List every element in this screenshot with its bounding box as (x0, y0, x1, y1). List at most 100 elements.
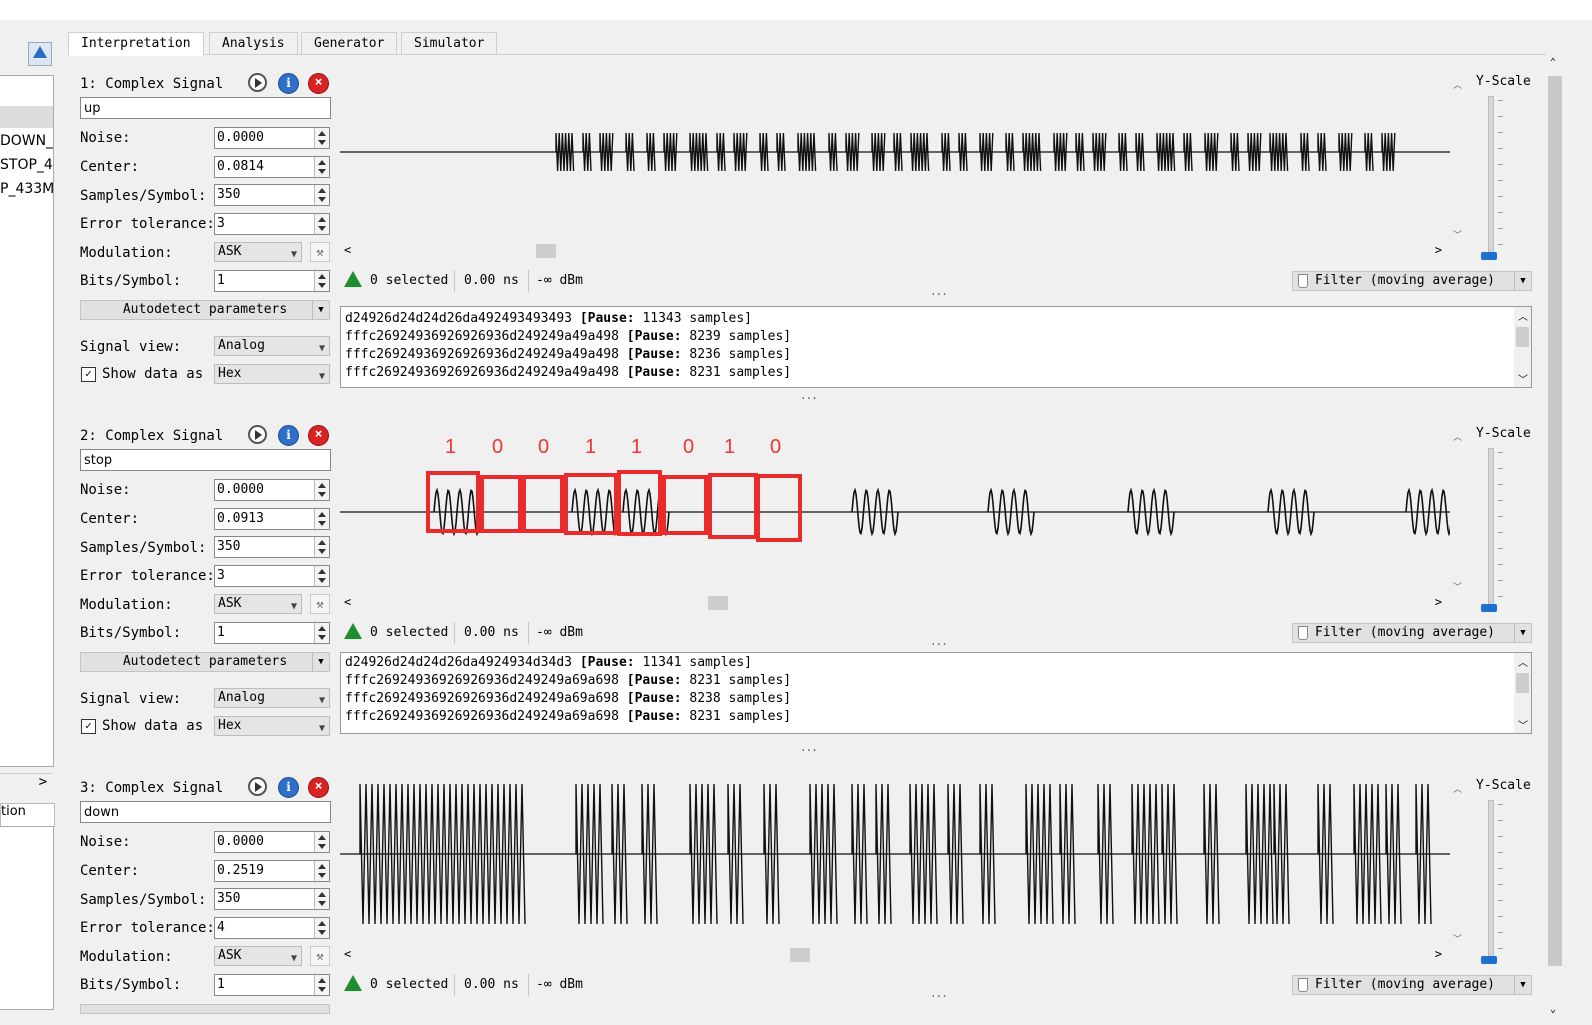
signal-name-input[interactable]: up (80, 97, 331, 119)
scroll-right-icon[interactable]: > (39, 774, 47, 790)
splitter-handle[interactable]: ··· (800, 392, 818, 405)
show-data-select[interactable]: Hex ▼ (214, 716, 330, 736)
tab-simulator[interactable]: Simulator (401, 32, 498, 55)
left-bottom-tab[interactable]: tion (0, 803, 55, 827)
selection-triangle-icon[interactable] (344, 623, 362, 639)
selection-triangle-icon[interactable] (344, 975, 362, 991)
slider-handle[interactable] (1481, 956, 1497, 964)
data-view-scrollbar[interactable]: ︿ ﹀ (1514, 307, 1531, 387)
list-item[interactable]: P_433M (0, 181, 53, 197)
play-icon[interactable] (248, 777, 267, 796)
wrench-icon[interactable]: ⚒ (310, 594, 330, 614)
slider-handle[interactable] (1481, 252, 1497, 260)
signal-waveform[interactable] (340, 774, 1450, 950)
autodetect-parameters-button[interactable]: Autodetect parameters ▼ (80, 300, 330, 320)
waveform-vertical-scrollbar[interactable]: ︿ ﹀ (1450, 70, 1464, 246)
waveform-horizontal-scrollbar[interactable]: < > (340, 947, 1450, 964)
scroll-left-icon[interactable]: < (344, 243, 351, 257)
show-data-select[interactable]: Hex ▼ (214, 364, 330, 384)
chevron-down-icon: ▼ (312, 301, 329, 319)
waveform-vertical-scrollbar[interactable]: ︿ ﹀ (1450, 774, 1464, 950)
bits-per-symbol-spinbox[interactable]: 1 (214, 622, 330, 644)
samples-per-symbol-spinbox[interactable]: 350 (214, 536, 330, 558)
slider-handle[interactable] (1481, 604, 1497, 612)
bits-per-symbol-spinbox[interactable]: 1 (214, 270, 330, 292)
center-spinbox[interactable]: 0.0913 (214, 508, 330, 530)
close-icon[interactable]: × (308, 425, 329, 446)
scrollbar-thumb[interactable] (1548, 76, 1562, 966)
data-view-scrollbar[interactable]: ︿ ﹀ (1514, 653, 1531, 733)
signal-name-input[interactable]: down (80, 801, 331, 823)
waveform-horizontal-scrollbar[interactable]: < > (340, 595, 1450, 612)
protocol-data-view[interactable]: d24926d24d24d26da4924934d34d3 [Pause: 11… (340, 652, 1532, 734)
left-horizontal-scrollbar[interactable]: > (0, 773, 53, 794)
error-tolerance-spinbox[interactable]: 3 (214, 565, 330, 587)
noise-spinbox[interactable]: 0.0000 (214, 127, 330, 149)
info-icon[interactable]: i (278, 425, 299, 446)
scrollbar-thumb[interactable] (790, 948, 810, 962)
splitter-handle[interactable]: ··· (800, 744, 818, 757)
center-spinbox[interactable]: 0.2519 (214, 860, 330, 882)
close-icon[interactable]: × (308, 777, 329, 798)
error-tolerance-spinbox[interactable]: 3 (214, 213, 330, 235)
show-data-checkbox[interactable]: ✓ (81, 719, 96, 734)
scrollbar-thumb[interactable] (536, 244, 556, 258)
scroll-left-icon[interactable]: < (344, 947, 351, 961)
scroll-down-icon[interactable]: ⌄ (1550, 1004, 1556, 1015)
scroll-right-icon[interactable]: > (1435, 243, 1442, 257)
tab-analysis[interactable]: Analysis (209, 32, 298, 55)
y-scale-slider[interactable] (1481, 448, 1497, 612)
y-scale-slider[interactable] (1481, 96, 1497, 260)
noise-spinbox[interactable]: 0.0000 (214, 479, 330, 501)
filter-button[interactable]: Filter (moving average) ▼ (1292, 975, 1532, 995)
main-vertical-scrollbar[interactable]: ⌃ ⌄ (1546, 54, 1564, 1024)
splitter-handle[interactable]: ··· (930, 638, 948, 651)
modulation-select[interactable]: ASK ▼ (214, 946, 302, 966)
modulation-select[interactable]: ASK ▼ (214, 594, 302, 614)
autodetect-parameters-button[interactable] (80, 1004, 330, 1014)
bits-per-symbol-spinbox[interactable]: 1 (214, 974, 330, 996)
close-icon[interactable]: × (308, 73, 329, 94)
samples-per-symbol-spinbox[interactable]: 350 (214, 184, 330, 206)
move-up-icon[interactable] (28, 42, 52, 66)
noise-label: Noise: (80, 482, 131, 498)
y-scale-slider[interactable] (1481, 800, 1497, 964)
splitter-handle[interactable]: ··· (930, 288, 948, 301)
scroll-left-icon[interactable]: < (344, 595, 351, 609)
signal-waveform[interactable] (340, 70, 1450, 246)
filter-button[interactable]: Filter (moving average) ▼ (1292, 271, 1532, 291)
center-spinbox[interactable]: 0.0814 (214, 156, 330, 178)
tab-interpretation[interactable]: Interpretation (68, 32, 204, 56)
wrench-icon[interactable]: ⚒ (310, 242, 330, 262)
scroll-up-icon[interactable]: ⌃ (1550, 57, 1556, 68)
left-bottom-list[interactable] (0, 826, 54, 1010)
signal-view-select[interactable]: Analog ▼ (214, 688, 330, 708)
scrollbar-thumb[interactable] (708, 596, 728, 610)
filter-button[interactable]: Filter (moving average) ▼ (1292, 623, 1532, 643)
autodetect-parameters-button[interactable]: Autodetect parameters ▼ (80, 652, 330, 672)
play-icon[interactable] (248, 425, 267, 444)
selection-triangle-icon[interactable] (344, 271, 362, 287)
signal-file-list[interactable]: DOWN_43 STOP_433 P_433M (0, 75, 54, 767)
signal-name-input[interactable]: stop (80, 449, 331, 471)
waveform-vertical-scrollbar[interactable]: ︿ ﹀ (1450, 422, 1464, 598)
scroll-right-icon[interactable]: > (1435, 947, 1442, 961)
show-data-checkbox[interactable]: ✓ (81, 367, 96, 382)
data-line: fffc26924936926926936d249249a49a498 [Pau… (345, 365, 792, 380)
info-icon[interactable]: i (278, 777, 299, 798)
noise-spinbox[interactable]: 0.0000 (214, 831, 330, 853)
waveform-horizontal-scrollbar[interactable]: < > (340, 243, 1450, 260)
scroll-right-icon[interactable]: > (1435, 595, 1442, 609)
error-tolerance-spinbox[interactable]: 4 (214, 917, 330, 939)
modulation-select[interactable]: ASK ▼ (214, 242, 302, 262)
list-item[interactable]: DOWN_43 (0, 133, 53, 149)
protocol-data-view[interactable]: d24926d24d24d26da492493493493 [Pause: 11… (340, 306, 1532, 388)
list-item[interactable]: STOP_433 (0, 157, 53, 173)
play-icon[interactable] (248, 73, 267, 92)
tab-generator[interactable]: Generator (301, 32, 398, 55)
splitter-handle[interactable]: ··· (930, 990, 948, 1003)
info-icon[interactable]: i (278, 73, 299, 94)
samples-per-symbol-spinbox[interactable]: 350 (214, 888, 330, 910)
signal-view-select[interactable]: Analog ▼ (214, 336, 330, 356)
wrench-icon[interactable]: ⚒ (310, 946, 330, 966)
